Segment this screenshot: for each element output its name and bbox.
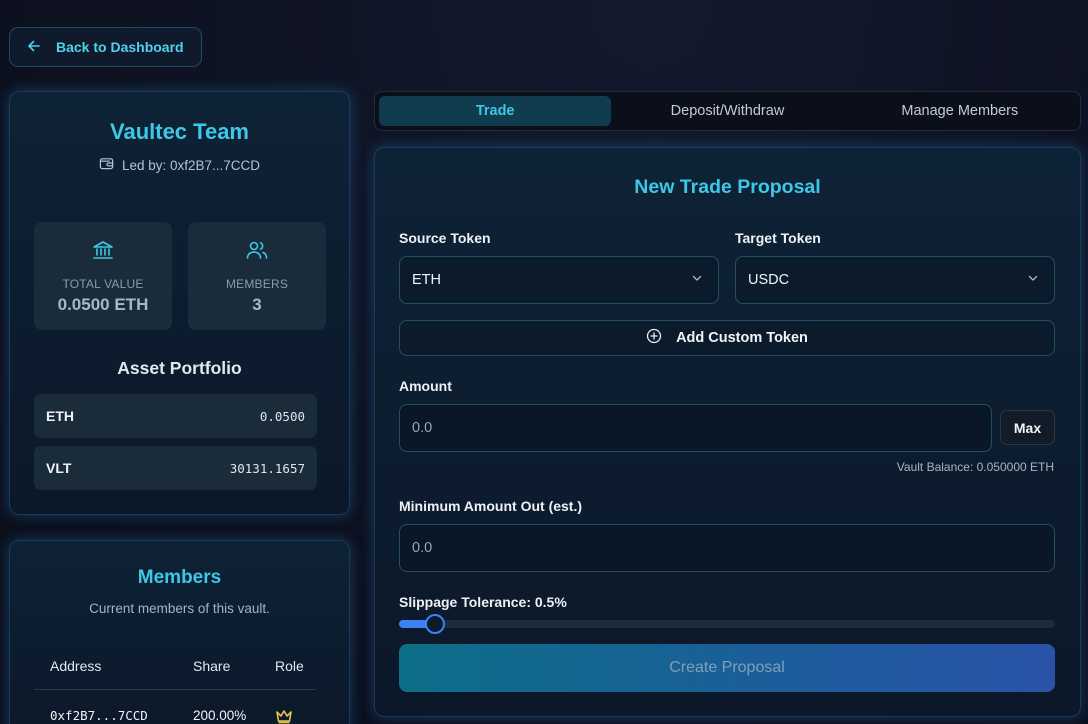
asset-symbol: ETH [46, 408, 74, 424]
trade-proposal-card: New Trade Proposal Source Token ETH Targ… [374, 147, 1081, 717]
table-row: 0xf2B7...7CCD 200.00% [34, 708, 316, 724]
vault-info-card: Vaultec Team Led by: 0xf2B7...7CCD TOTAL… [9, 91, 350, 515]
vault-balance-text: Vault Balance: 0.050000 ETH [896, 460, 1054, 474]
asset-row: VLT 30131.1657 [34, 446, 317, 490]
vault-leader: Led by: 0xf2B7...7CCD [10, 156, 349, 174]
column-header-role: Role [275, 658, 304, 674]
members-stat: MEMBERS 3 [188, 222, 326, 330]
column-header-address: Address [50, 658, 102, 674]
add-custom-token-button[interactable]: Add Custom Token [399, 320, 1055, 356]
crown-icon [275, 708, 293, 724]
members-subtitle: Current members of this vault. [89, 601, 270, 616]
create-proposal-button[interactable]: Create Proposal [399, 644, 1055, 692]
users-icon [245, 222, 269, 267]
asset-amount: 30131.1657 [229, 460, 305, 476]
max-button[interactable]: Max [1000, 410, 1055, 445]
member-share: 200.00% [193, 708, 247, 723]
tab-deposit-withdraw[interactable]: Deposit/Withdraw [611, 96, 843, 126]
add-custom-token-label: Add Custom Token [676, 330, 808, 346]
min-amount-out-label: Minimum Amount Out (est.) [399, 498, 583, 514]
back-button-label: Back to Dashboard [56, 39, 184, 55]
action-tabs: Trade Deposit/Withdraw Manage Members [374, 91, 1081, 131]
slippage-slider[interactable] [399, 614, 1055, 634]
arrow-left-icon [26, 38, 42, 57]
total-value-amount: 0.0500 ETH [57, 295, 149, 314]
leader-text: Led by: 0xf2B7...7CCD [121, 157, 261, 173]
target-token-label: Target Token [735, 230, 821, 246]
asset-row: ETH 0.0500 [34, 394, 317, 438]
wallet-icon [99, 156, 114, 174]
vault-name: Vaultec Team [110, 119, 249, 144]
member-address: 0xf2B7...7CCD [50, 708, 148, 723]
min-amount-out-input[interactable] [399, 524, 1055, 572]
bank-icon [91, 222, 115, 267]
tab-trade[interactable]: Trade [379, 96, 612, 126]
trade-proposal-title: New Trade Proposal [634, 176, 821, 198]
members-label: MEMBERS [225, 277, 289, 291]
asset-portfolio-heading: Asset Portfolio [117, 358, 242, 378]
members-table-header: Address Share Role [34, 658, 316, 690]
slippage-label: Slippage Tolerance: 0.5% [399, 594, 567, 610]
column-header-share: Share [193, 658, 231, 674]
chevron-down-icon [690, 271, 704, 289]
back-to-dashboard-button[interactable]: Back to Dashboard [9, 27, 202, 67]
amount-label: Amount [399, 378, 452, 394]
chevron-down-icon [1026, 271, 1040, 289]
tab-manage-members[interactable]: Manage Members [844, 96, 1076, 126]
total-value-label: TOTAL VALUE [62, 277, 144, 291]
target-token-select[interactable]: USDC [735, 256, 1055, 304]
source-token-value: ETH [412, 272, 441, 288]
members-card: Members Current members of this vault. A… [9, 540, 350, 724]
source-token-select[interactable]: ETH [399, 256, 719, 304]
asset-amount: 0.0500 [259, 408, 305, 424]
slippage-slider-thumb[interactable] [425, 614, 445, 634]
asset-symbol: VLT [46, 460, 72, 476]
members-heading: Members [137, 567, 222, 588]
target-token-value: USDC [748, 272, 790, 288]
source-token-label: Source Token [399, 230, 491, 246]
amount-input[interactable] [399, 404, 992, 452]
total-value-stat: TOTAL VALUE 0.0500 ETH [34, 222, 172, 330]
plus-circle-icon [646, 328, 662, 348]
members-count: 3 [252, 295, 262, 314]
